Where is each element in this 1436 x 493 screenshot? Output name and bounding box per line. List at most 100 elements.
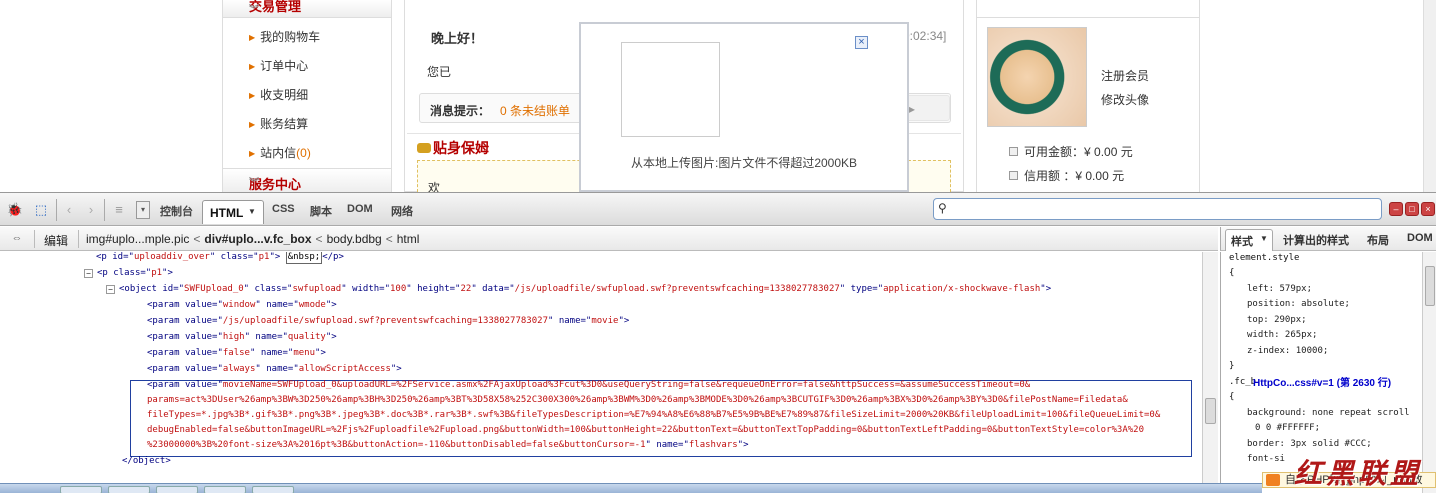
close-icon[interactable]: × — [1421, 202, 1435, 216]
css-prop[interactable]: border: 3px solid #CCC; — [1247, 437, 1372, 453]
breadcrumb-separator: < — [193, 232, 201, 246]
greeting-text: 晚上好！ — [431, 31, 484, 46]
taskbar-button[interactable] — [60, 486, 102, 493]
html-panel-bar: ⇔ 编辑 img#uplo...mple.pic < div#uplo...v.fc… — [0, 227, 1218, 251]
credit-label: 信用额 — [1024, 169, 1061, 183]
tree-line[interactable]: − <object id="SWFUpload_0" class="swfuplo… — [106, 281, 1051, 297]
css-brace: { — [1229, 268, 1235, 278]
avatar[interactable] — [987, 27, 1087, 127]
trade-section-header[interactable]: 交易管理 ︾ — [223, 0, 391, 18]
detach-icon[interactable]: □ — [1405, 202, 1419, 216]
firebug-icon[interactable]: 🐞 — [6, 202, 24, 218]
tree-line[interactable]: <p id="uploaddiv_over" class="p1"> &nbsp… — [96, 252, 344, 265]
devtools-toolbar: 🐞 ⬚ ‹ › ≡ ▾ 控制台 HTML ▼ CSS 脚本 DOM 网络 ⚲ – … — [0, 193, 1436, 226]
breadcrumb-item[interactable]: body.bdbg — [327, 232, 382, 246]
register-link[interactable]: 注册会员 — [1101, 67, 1149, 84]
tree-line[interactable]: </object> — [122, 453, 171, 469]
css-prop[interactable]: background: none repeat scroll — [1247, 406, 1410, 422]
tab-console[interactable]: 控制台 — [160, 203, 193, 219]
list-icon[interactable]: ≡ — [110, 202, 128, 218]
edit-avatar-link[interactable]: 修改头像 — [1101, 91, 1149, 108]
nanny-title-text: 贴身保姆 — [433, 140, 489, 156]
breadcrumb-item[interactable]: img#uplo...mple.pic — [86, 232, 189, 246]
chevron-down-icon: ▼ — [248, 207, 256, 216]
inspect-icon[interactable]: ⬚ — [32, 202, 50, 218]
tree-line[interactable]: <param value="/js/uploadfile/swfupload.s… — [147, 313, 629, 329]
tree-line[interactable]: <param value="always" name="allowScriptA… — [147, 361, 402, 377]
tab-style[interactable]: 样式 ▼ — [1225, 229, 1273, 251]
search-input[interactable]: ⚲ — [933, 198, 1382, 220]
taskbar-button[interactable] — [204, 486, 246, 493]
tab-layout[interactable]: 布局 — [1367, 232, 1389, 248]
forward-icon[interactable]: › — [82, 202, 100, 218]
minimize-icon[interactable]: – — [1389, 202, 1403, 216]
close-icon[interactable]: × — [855, 36, 868, 49]
css-selector[interactable]: element.style — [1229, 252, 1299, 267]
tab-computed[interactable]: 计算出的样式 — [1283, 232, 1349, 248]
breadcrumb-separator: < — [315, 232, 323, 246]
css-prop[interactable]: position: absolute; — [1247, 297, 1350, 313]
menu-item-orders[interactable]: ▶ 订单中心 — [249, 57, 308, 74]
menu-item-label: 订单中心 — [260, 59, 309, 73]
tab-script[interactable]: 脚本 — [310, 203, 332, 219]
arrow-right-icon: ▶ — [249, 149, 256, 158]
taskbar-button[interactable] — [156, 486, 198, 493]
available-balance: 可用金额：¥ 0.00 元 — [1009, 143, 1133, 160]
notice-value[interactable]: 0 条未结账单 — [500, 102, 570, 119]
css-source-link[interactable]: HttpCo...css#v=1 (第 2630 行) — [1253, 376, 1391, 392]
page-scrollbar[interactable] — [1423, 0, 1436, 192]
css-prop[interactable]: z-index: 10000; — [1247, 344, 1328, 360]
nanny-icon — [417, 143, 431, 153]
edit-button[interactable]: 编辑 — [44, 232, 68, 249]
menu-item-settlement[interactable]: ▶ 账务结算 — [249, 115, 308, 132]
tab-html-label: HTML — [210, 206, 244, 220]
breadcrumb-item[interactable]: div#uplo...v.fc_box — [204, 232, 311, 246]
screen: { "page": { "left_menu": { "section_titl… — [0, 0, 1436, 493]
collapse-icon[interactable]: − — [84, 269, 93, 278]
dropdown-icon[interactable]: ▾ — [136, 201, 150, 219]
css-prop: 0 0 #FFFFFF; — [1255, 423, 1321, 433]
search-icon: ⚲ — [938, 201, 947, 215]
tab-html[interactable]: HTML ▼ — [202, 200, 264, 224]
tree-line[interactable]: <param value="window" name="wmode"> — [147, 297, 337, 313]
breadcrumb-item[interactable]: html — [397, 232, 420, 246]
taskbar-button[interactable] — [108, 486, 150, 493]
scroll-thumb[interactable] — [1425, 266, 1435, 306]
tree-line[interactable]: <param value="false" name="menu"> — [147, 345, 326, 361]
back-icon[interactable]: ‹ — [60, 202, 78, 218]
css-prop[interactable]: left: 579px; — [1247, 282, 1312, 298]
scroll-thumb[interactable] — [1205, 398, 1216, 424]
chevron-down-icon: ︾ — [249, 5, 259, 16]
tab-network[interactable]: 网络 — [391, 203, 413, 219]
tab-side-dom[interactable]: DOM — [1407, 232, 1433, 244]
menu-item-ledger[interactable]: ▶ 收支明细 — [249, 86, 308, 103]
divider — [104, 199, 105, 221]
menu-item-cart[interactable]: ▶ 我的购物车 — [249, 28, 320, 45]
tree-line[interactable]: <param value="movieName=SWFUpload_0&uplo… — [147, 377, 1030, 393]
tree-line[interactable]: <param value="high" name="quality"> — [147, 329, 337, 345]
divider — [977, 17, 1199, 18]
notice-button[interactable]: ▸ — [906, 95, 950, 121]
left-menu: 交易管理 ︾ ▶ 我的购物车 ▶ 订单中心 ▶ 收支明细 ▶ 账务结算 ▶ 站内信(0) … — [222, 0, 392, 192]
menu-item-label: 我的购物车 — [260, 30, 321, 44]
tree-line[interactable]: − <p class="p1"> — [84, 265, 173, 281]
css-prop[interactable]: width: 265px; — [1247, 328, 1317, 344]
taskbar-button[interactable] — [252, 486, 294, 493]
arrow-right-icon: ▶ — [249, 91, 256, 100]
tab-css[interactable]: CSS — [272, 203, 295, 215]
expand-icon[interactable]: ⇔ — [8, 230, 26, 246]
upload-popup: × 从本地上传图片:图片文件不得超过2000KB — [579, 22, 909, 192]
tree-line-cont: params=act%3DUser%26amp%3BW%3D250%26amp%… — [147, 395, 1128, 405]
devtools-panel: 🐞 ⬚ ‹ › ≡ ▾ 控制台 HTML ▼ CSS 脚本 DOM 网络 ⚲ – … — [0, 192, 1436, 493]
collapse-icon[interactable]: − — [106, 285, 115, 294]
image-preview[interactable] — [621, 42, 720, 137]
html-scrollbar[interactable] — [1202, 252, 1218, 493]
menu-item-messages[interactable]: ▶ 站内信(0) — [249, 144, 311, 161]
web-page: 交易管理 ︾ ▶ 我的购物车 ▶ 订单中心 ▶ 收支明细 ▶ 账务结算 ▶ 站内信(0) … — [0, 0, 1436, 195]
site-logo-icon — [1266, 474, 1280, 486]
tab-dom[interactable]: DOM — [347, 203, 373, 215]
service-section-header[interactable]: 服务中心 ︾ — [223, 168, 391, 192]
arrow-right-icon: ▶ — [249, 62, 256, 71]
css-brace: { — [1229, 392, 1235, 402]
css-prop[interactable]: top: 290px; — [1247, 313, 1307, 329]
